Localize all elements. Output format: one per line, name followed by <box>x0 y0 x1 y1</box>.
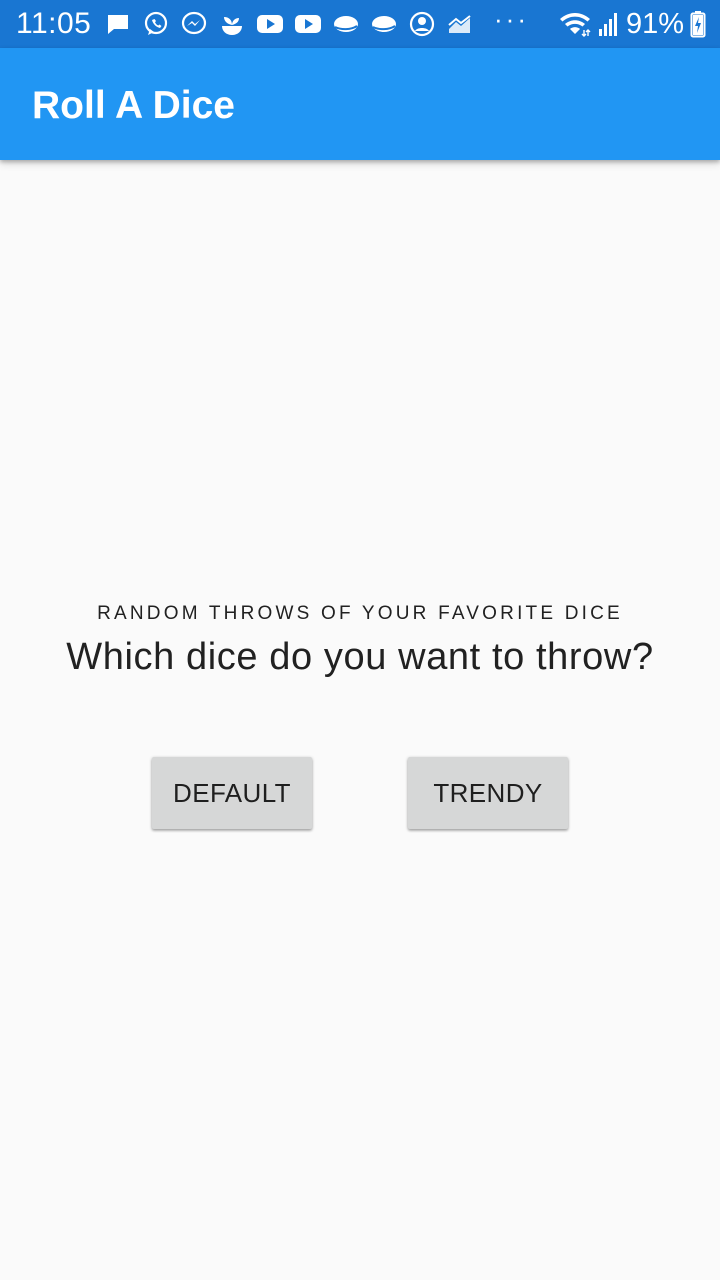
planet-icon <box>370 10 398 38</box>
more-notifications-indicator: ··· <box>494 4 529 34</box>
sprout-icon <box>218 10 246 38</box>
app-bar: Roll A Dice <box>0 48 720 160</box>
battery-charging-icon <box>690 10 706 38</box>
chart-icon <box>446 10 474 38</box>
status-right-group: 91% <box>558 8 706 40</box>
signal-icon <box>598 11 620 37</box>
status-time: 11:05 <box>16 7 92 40</box>
battery-percent: 91% <box>625 8 684 40</box>
trendy-dice-button[interactable]: TRENDY <box>408 757 568 829</box>
default-dice-button[interactable]: DEFAULT <box>152 757 312 829</box>
notification-icons <box>104 10 474 38</box>
whatsapp-icon <box>142 10 170 38</box>
question-heading: Which dice do you want to throw? <box>66 636 654 678</box>
status-bar: 11:05 ··· 91% <box>0 0 720 48</box>
app-title: Roll A Dice <box>32 84 235 127</box>
message-icon <box>104 10 132 38</box>
subtitle-text: RANDOM THROWS OF YOUR FAVORITE DICE <box>97 603 623 624</box>
account-icon <box>408 10 436 38</box>
wifi-icon <box>558 10 592 38</box>
messenger-icon <box>180 10 208 38</box>
youtube-icon <box>256 10 284 38</box>
planet-icon <box>332 10 360 38</box>
youtube-icon <box>294 10 322 38</box>
